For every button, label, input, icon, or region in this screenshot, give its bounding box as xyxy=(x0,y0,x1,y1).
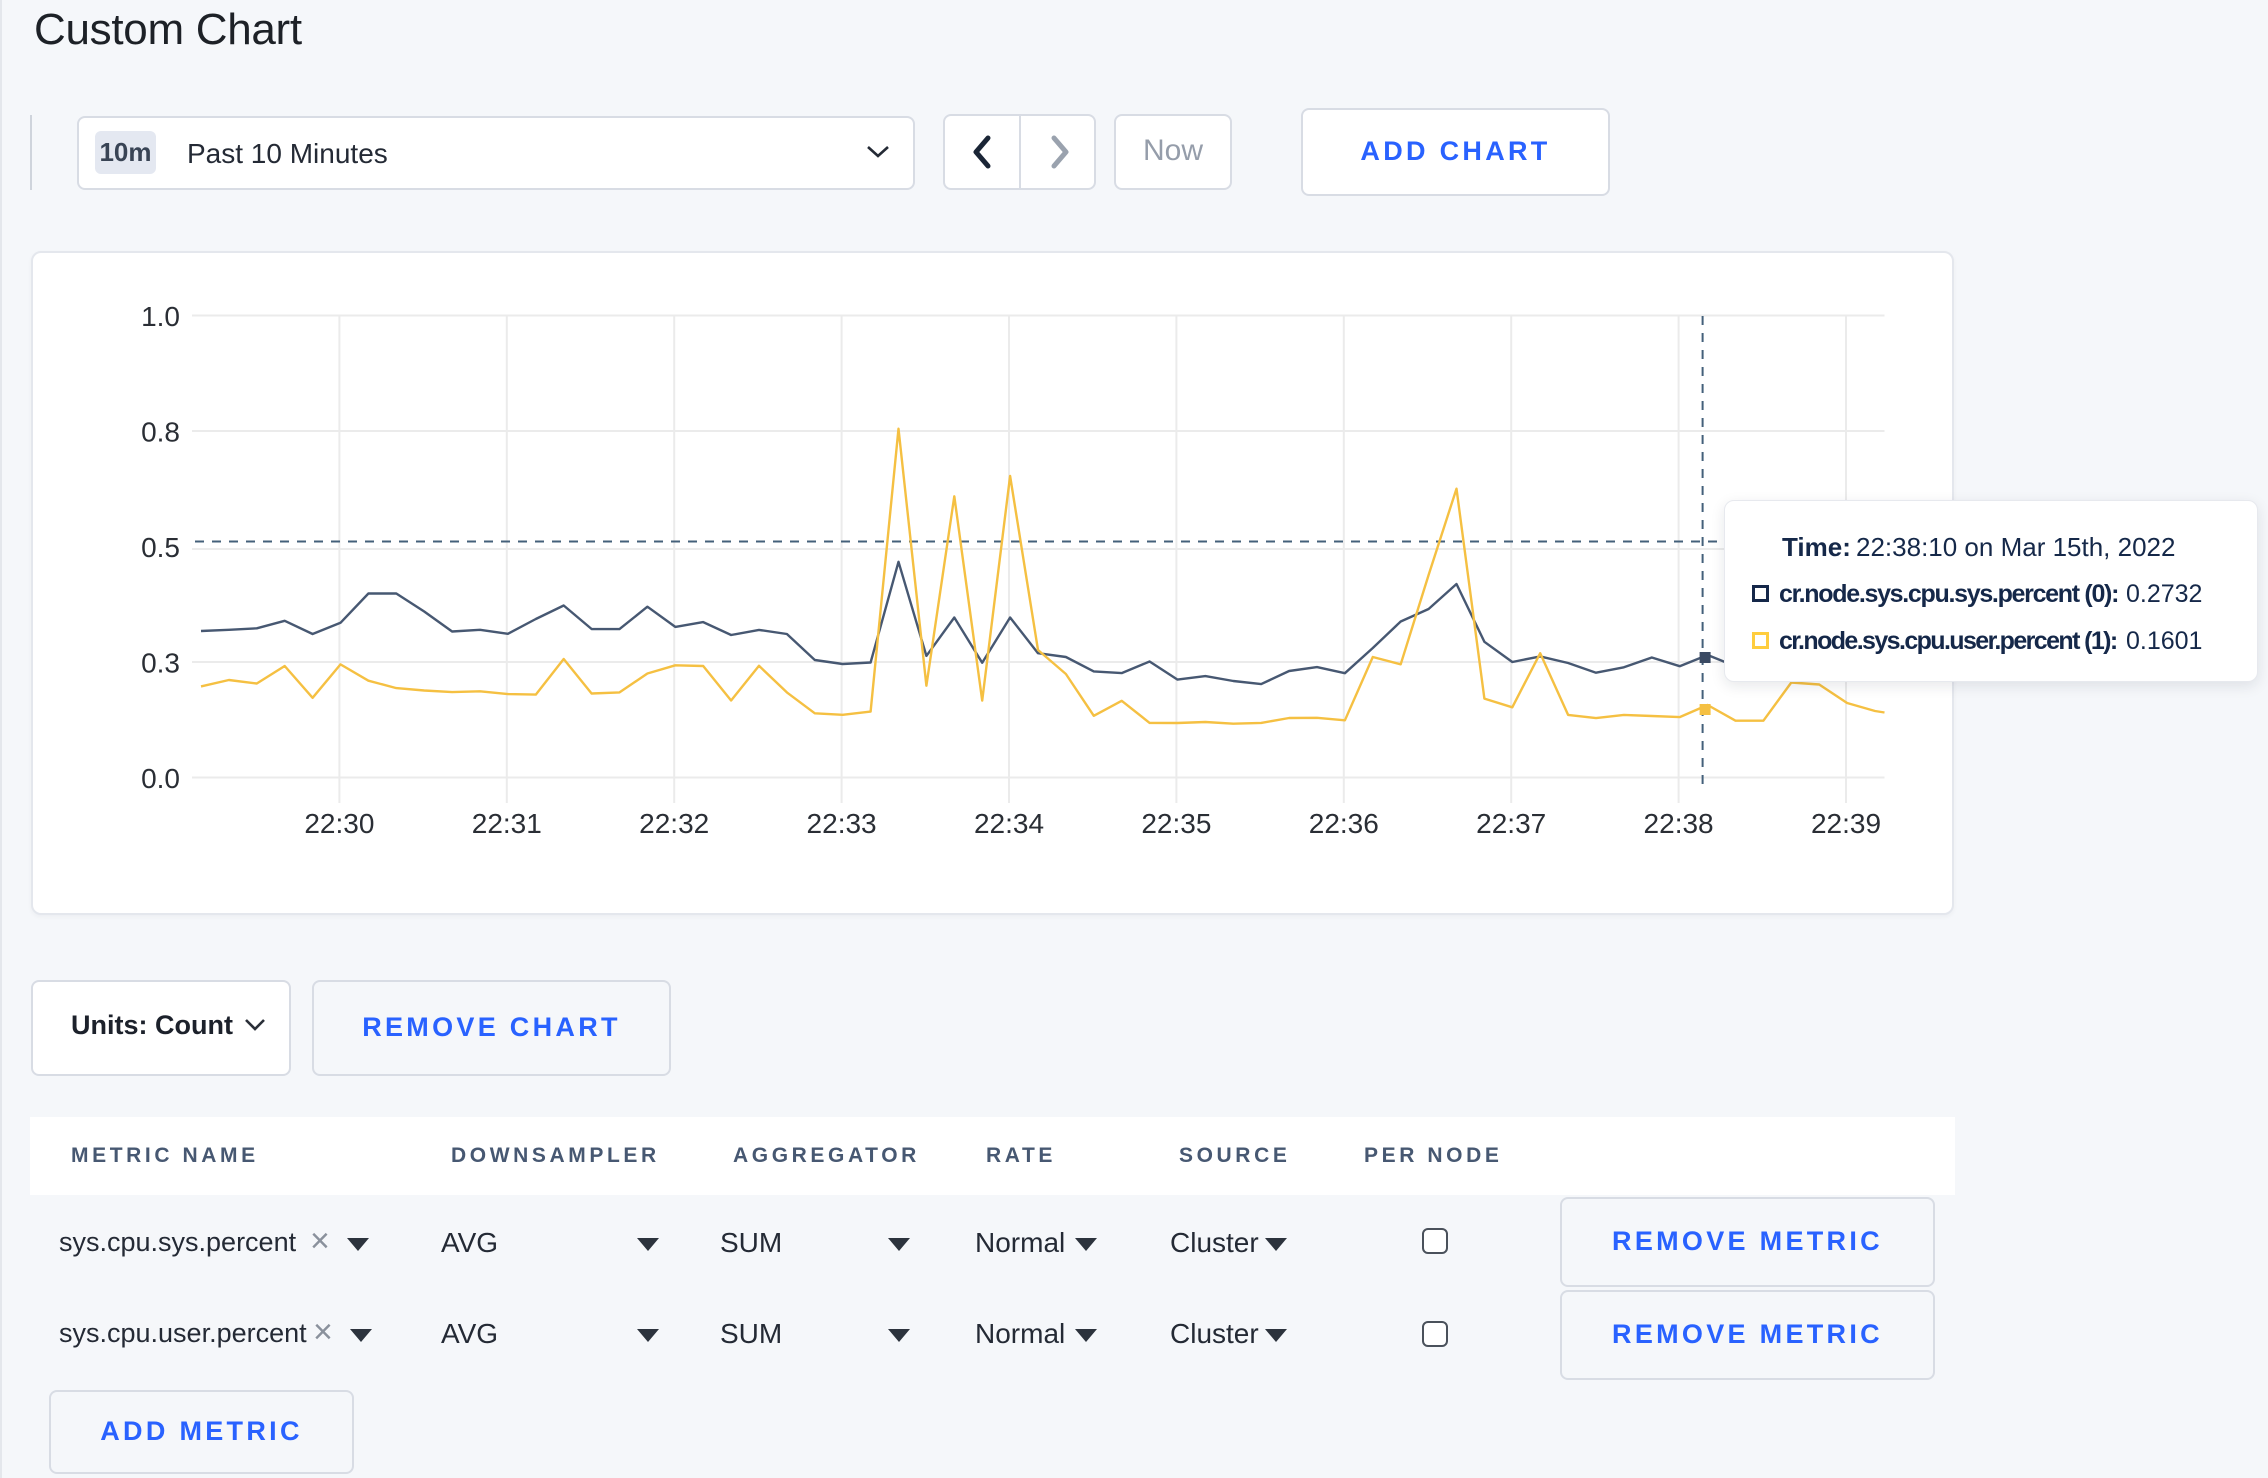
svg-text:1.0: 1.0 xyxy=(141,301,180,332)
svg-text:22:31: 22:31 xyxy=(472,808,542,839)
svg-text:22:33: 22:33 xyxy=(807,808,877,839)
svg-text:0.0: 0.0 xyxy=(141,763,180,794)
svg-text:22:37: 22:37 xyxy=(1476,808,1546,839)
svg-text:22:34: 22:34 xyxy=(974,808,1044,839)
svg-text:0.5: 0.5 xyxy=(141,532,180,563)
svg-text:22:35: 22:35 xyxy=(1141,808,1211,839)
svg-text:22:32: 22:32 xyxy=(639,808,709,839)
svg-text:22:39: 22:39 xyxy=(1811,808,1881,839)
svg-text:0.3: 0.3 xyxy=(141,648,180,679)
svg-text:22:30: 22:30 xyxy=(304,808,374,839)
svg-text:22:38: 22:38 xyxy=(1644,808,1714,839)
svg-text:22:36: 22:36 xyxy=(1309,808,1379,839)
svg-text:0.8: 0.8 xyxy=(141,417,180,448)
